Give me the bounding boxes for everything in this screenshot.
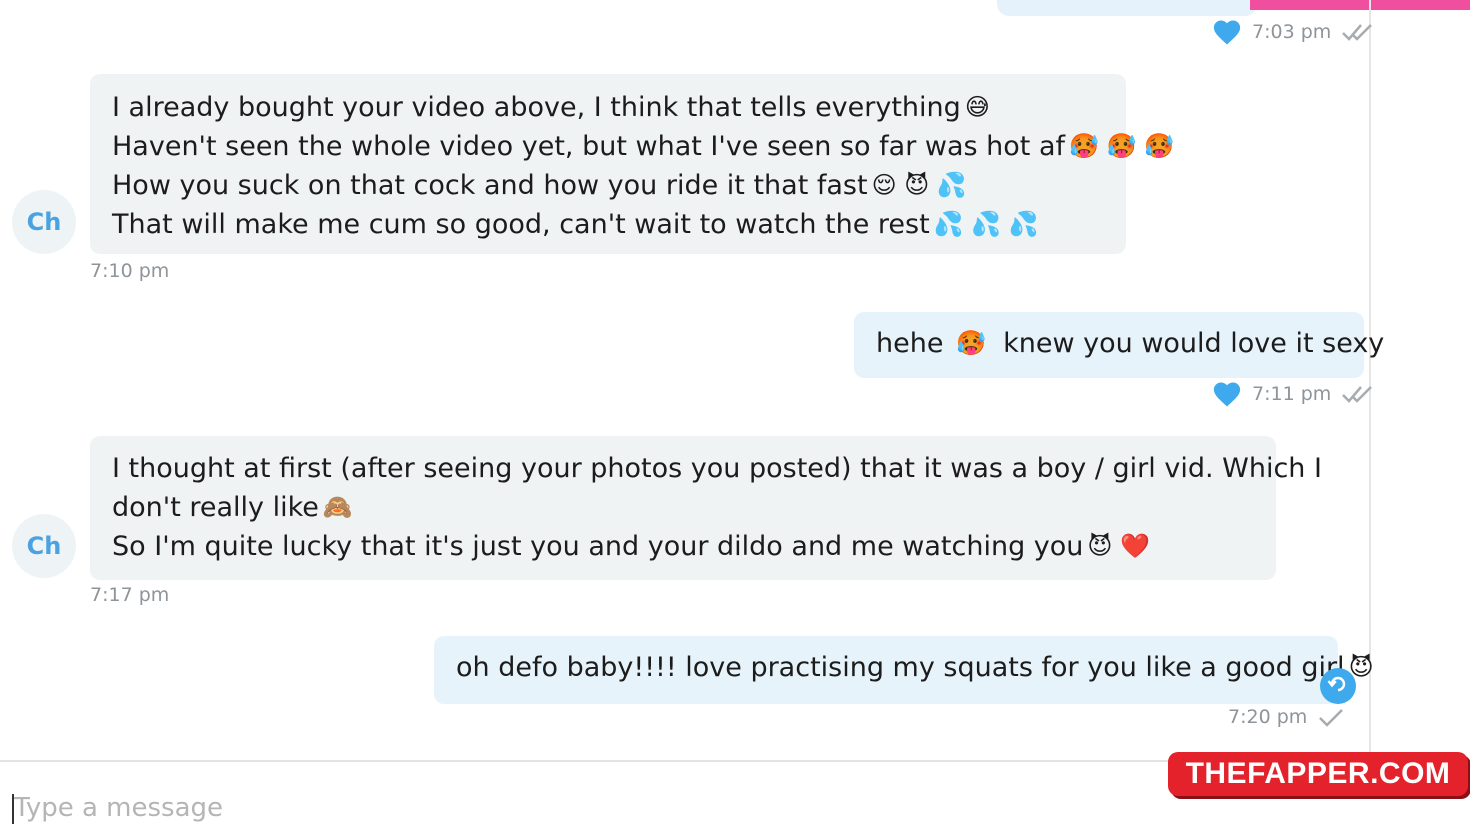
message-line: Haven't seen the whole video yet, but wh… [112,131,1174,162]
avatar[interactable]: Ch [12,190,76,254]
previous-message-bubble [997,0,1257,16]
message-line: I thought at first (after seeing your ph… [112,453,1322,484]
message-bubble-incoming[interactable]: I thought at first (after seeing your ph… [90,436,1322,580]
message-composer [0,762,1160,828]
heart-icon[interactable] [1212,380,1242,408]
double-check-icon [1341,384,1375,404]
avatar[interactable]: Ch [12,514,76,578]
message-line: How you suck on that cock and how you ri… [112,170,967,201]
top-banner [1250,0,1470,10]
reply-icon [1327,673,1349,699]
message-bubble-outgoing[interactable]: hehe 🥵 knew you would love it sexy [854,312,1385,378]
message-bubble-outgoing[interactable]: oh defo baby!!!! love practising my squa… [434,636,1374,704]
message-time: 7:10 pm [90,260,170,282]
message-time: 7:20 pm [1228,706,1308,728]
text-caret [12,794,14,824]
message-time: 7:11 pm [1252,383,1332,405]
watermark-logo: THEFAPPER.COM [1168,752,1468,796]
message-meta: 7:11 pm [1212,380,1375,408]
message-line: That will make me cum so good, can't wai… [112,209,1039,240]
double-check-icon [1341,22,1375,42]
message-input[interactable] [10,788,814,828]
reply-button[interactable] [1320,668,1356,704]
message-bubble-incoming[interactable]: I already bought your video above, I thi… [90,74,1174,254]
message-line: don't really like 🙈 [112,492,353,523]
heart-icon[interactable] [1212,18,1242,46]
message-meta: 7:20 pm [1228,706,1345,728]
message-line: So I'm quite lucky that it's just you an… [112,531,1150,562]
message-meta: 7:03 pm [1212,18,1375,46]
message-time: 7:17 pm [90,584,170,606]
message-time: 7:03 pm [1252,21,1332,43]
single-check-icon [1317,707,1345,727]
message-line: oh defo baby!!!! love practising my squa… [456,652,1374,683]
message-line: I already bought your video above, I thi… [112,92,990,123]
message-line: hehe 🥵 knew you would love it sexy [876,328,1385,359]
